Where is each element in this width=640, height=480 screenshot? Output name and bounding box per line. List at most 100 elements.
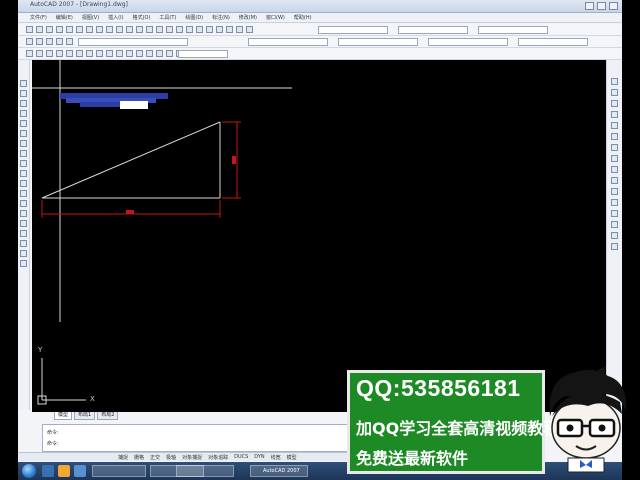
ellipse-arc-icon[interactable] — [20, 180, 27, 187]
close-button[interactable] — [609, 2, 618, 10]
aligned-dim-icon[interactable] — [36, 50, 43, 57]
stretch-icon[interactable] — [611, 166, 618, 173]
color-combo[interactable] — [248, 38, 328, 46]
arc-length-icon[interactable] — [46, 50, 53, 57]
menu-draw[interactable]: 绘图(D) — [185, 14, 203, 21]
tab-layout2[interactable]: 布局2 — [97, 411, 119, 420]
preview-icon[interactable] — [66, 26, 73, 33]
redo-icon[interactable] — [136, 26, 143, 33]
construction-line-icon[interactable] — [20, 90, 27, 97]
undo-icon[interactable] — [126, 26, 133, 33]
command-line[interactable]: 命令: 命令: — [42, 424, 368, 452]
properties-icon[interactable] — [186, 26, 193, 33]
folder-pin-icon[interactable] — [58, 465, 70, 477]
menu-modify[interactable]: 修改(M) — [239, 14, 257, 21]
jogged-icon[interactable] — [76, 50, 83, 57]
status-polar[interactable]: 极轴 — [166, 454, 176, 461]
trim-icon[interactable] — [611, 177, 618, 184]
lock-icon[interactable] — [66, 38, 73, 45]
insert-block-icon[interactable] — [20, 190, 27, 197]
radius-icon[interactable] — [66, 50, 73, 57]
linetype-combo[interactable] — [338, 38, 418, 46]
gradient-icon[interactable] — [20, 230, 27, 237]
arc-icon[interactable] — [20, 130, 27, 137]
table-style-combo[interactable] — [478, 26, 548, 34]
taskbar-item-1[interactable] — [92, 465, 146, 477]
drawing-canvas[interactable]: Y X — [32, 60, 606, 412]
match-properties-icon[interactable] — [116, 26, 123, 33]
paste-icon[interactable] — [106, 26, 113, 33]
copy-icon[interactable] — [96, 26, 103, 33]
command-prompt[interactable]: 命令: — [47, 440, 59, 447]
baseline-icon[interactable] — [116, 50, 123, 57]
mtext-icon[interactable] — [20, 260, 27, 267]
region-icon[interactable] — [20, 240, 27, 247]
lineweight-combo[interactable] — [428, 38, 508, 46]
taskbar-item-autocad[interactable]: AutoCAD 2007 — [250, 465, 308, 477]
menu-window[interactable]: 窗口(W) — [266, 14, 285, 21]
point-icon[interactable] — [20, 210, 27, 217]
help-icon[interactable] — [246, 26, 253, 33]
status-otrack[interactable]: 对象追踪 — [208, 454, 228, 461]
layer-manager-icon[interactable] — [26, 38, 33, 45]
status-lineweight[interactable]: 线宽 — [271, 454, 281, 461]
sun-icon[interactable] — [56, 38, 63, 45]
ellipse-icon[interactable] — [20, 170, 27, 177]
markup-icon[interactable] — [226, 26, 233, 33]
mirror-icon[interactable] — [611, 100, 618, 107]
dim-edit-icon[interactable] — [166, 50, 173, 57]
menu-insert[interactable]: 插入(I) — [108, 14, 123, 21]
tab-model[interactable]: 模型 — [54, 411, 73, 420]
quick-dim-icon[interactable] — [106, 50, 113, 57]
calculator-icon[interactable] — [236, 26, 243, 33]
start-button[interactable] — [22, 464, 36, 478]
copy-object-icon[interactable] — [611, 89, 618, 96]
dim-style-combo[interactable] — [398, 26, 468, 34]
break-icon[interactable] — [611, 199, 618, 206]
status-dyn[interactable]: DYN — [254, 454, 264, 461]
minimize-button[interactable] — [585, 2, 594, 10]
leader-icon[interactable] — [136, 50, 143, 57]
media-pin-icon[interactable] — [74, 465, 86, 477]
array-icon[interactable] — [611, 122, 618, 129]
save-icon[interactable] — [46, 26, 53, 33]
status-ducs[interactable]: DUCS — [234, 454, 248, 461]
new-icon[interactable] — [26, 26, 33, 33]
menu-edit[interactable]: 编辑(E) — [56, 14, 73, 21]
diameter-icon[interactable] — [86, 50, 93, 57]
plotstyle-combo[interactable] — [518, 38, 588, 46]
line-icon[interactable] — [20, 80, 27, 87]
menu-format[interactable]: 格式(O) — [133, 14, 151, 21]
lightbulb-icon[interactable] — [46, 38, 53, 45]
continue-icon[interactable] — [126, 50, 133, 57]
publish-icon[interactable] — [76, 26, 83, 33]
zoom-window-icon[interactable] — [166, 26, 173, 33]
design-center-icon[interactable] — [196, 26, 203, 33]
explode-icon[interactable] — [611, 243, 618, 250]
erase-icon[interactable] — [611, 78, 618, 85]
angular-icon[interactable] — [96, 50, 103, 57]
taskbar-item-3[interactable] — [176, 465, 234, 477]
rotate-icon[interactable] — [611, 144, 618, 151]
status-ortho[interactable]: 正交 — [150, 454, 160, 461]
layer-state-icon[interactable] — [36, 38, 43, 45]
menu-dimension[interactable]: 标注(N) — [212, 14, 230, 21]
offset-icon[interactable] — [611, 111, 618, 118]
status-model[interactable]: 模型 — [287, 454, 297, 461]
polygon-icon[interactable] — [20, 110, 27, 117]
print-icon[interactable] — [56, 26, 63, 33]
ordinate-icon[interactable] — [56, 50, 63, 57]
revcloud-icon[interactable] — [20, 150, 27, 157]
layer-combo[interactable] — [78, 38, 188, 46]
hatch-icon[interactable] — [20, 220, 27, 227]
rectangle-icon[interactable] — [20, 120, 27, 127]
text-style-combo[interactable] — [318, 26, 388, 34]
sheet-set-icon[interactable] — [216, 26, 223, 33]
tab-layout1[interactable]: 布局1 — [74, 411, 96, 420]
move-icon[interactable] — [611, 133, 618, 140]
make-block-icon[interactable] — [20, 200, 27, 207]
join-icon[interactable] — [611, 210, 618, 217]
zoom-previous-icon[interactable] — [176, 26, 183, 33]
circle-icon[interactable] — [20, 140, 27, 147]
spline-icon[interactable] — [20, 160, 27, 167]
